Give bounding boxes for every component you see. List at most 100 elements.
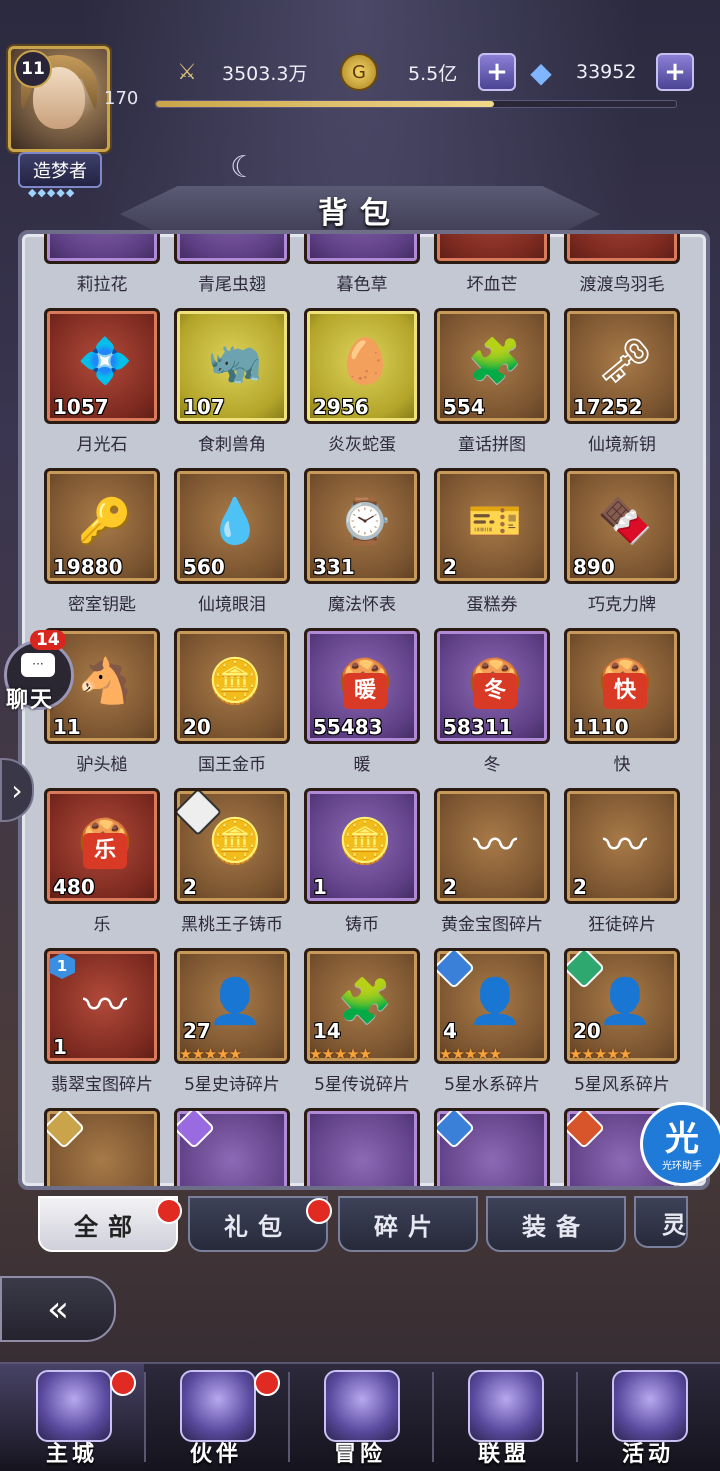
item-tile[interactable]: 🍪快1110 [564, 628, 680, 744]
item-quantity: 14 [313, 1019, 341, 1043]
item-tile[interactable]: 👤 ★★★★★ 4 [434, 948, 550, 1064]
bottom-nav: 主城 伙伴 冒险 联盟 活动 [0, 1362, 720, 1471]
item-icon: 👤 [597, 976, 653, 1027]
item-quantity: 20 [183, 715, 211, 739]
item-quantity: 2 [443, 875, 457, 899]
item-tile[interactable]: 🧩 ★★★★★ 14 [304, 948, 420, 1064]
nav-cards[interactable]: 活动 [576, 1364, 720, 1471]
item-icon: 🧩 [467, 336, 523, 387]
item-quantity: 55483 [313, 715, 383, 739]
power-display: ⚔ 3503.3万 [170, 52, 307, 92]
item-tile[interactable]: 〰 2 [564, 788, 680, 904]
notification-dot [156, 1198, 182, 1224]
nav-divider [576, 1372, 578, 1462]
item-icon: 🦋 [201, 234, 269, 237]
item-tile[interactable]: 🍪乐480 [44, 788, 160, 904]
item-tile[interactable]: 🗝 17252 [564, 308, 680, 424]
back-button[interactable]: « [0, 1276, 116, 1342]
helper-button[interactable]: 光 光环助手 [640, 1102, 720, 1186]
item-quantity: 2 [443, 555, 457, 579]
nav-compass[interactable]: 冒险 [288, 1364, 432, 1471]
item-tile[interactable]: 〰 2 [434, 788, 550, 904]
item-tile[interactable]: 🪶 [564, 234, 680, 264]
item-icon: 〰 [83, 980, 127, 1031]
item-name: 仙境眼泪 [198, 595, 266, 615]
power-value: 3503.3万 [222, 62, 308, 85]
item-icon: 🐴 [77, 656, 133, 707]
add-diamond-button[interactable]: + [656, 53, 694, 91]
tab-equipment[interactable]: 装备 [486, 1196, 626, 1252]
item-tile[interactable]: 💧 560 [174, 468, 290, 584]
inventory-grid: 🌸 莉拉花 🦋 青尾虫翅 🌿 暮色草 🍂 坏血芒 🪶 渡渡鸟羽毛 💠 1057 月光石 🦏 107 食刺兽角 🥚… [22, 234, 706, 1186]
tab-more[interactable]: 灵 [634, 1196, 688, 1248]
top-bar: 11 170 ⚔ 3503.3万 G 5.5亿 + ◆ 33952 + [0, 0, 720, 160]
item-tile[interactable]: 🍂 [434, 234, 550, 264]
nav-shield[interactable]: 联盟 [432, 1364, 576, 1471]
item-tile[interactable]: 🪙 20 [174, 628, 290, 744]
item-icon: 🔑 [77, 496, 133, 547]
star-rating: ★★★★★ [309, 1045, 372, 1063]
item-tile[interactable]: 🦏 107 [174, 308, 290, 424]
item-tile[interactable]: 🧩 554 [434, 308, 550, 424]
item-quantity: 1057 [53, 395, 109, 419]
item-tile[interactable]: 🦋 [174, 234, 290, 264]
item-name: 蛋糕券 [466, 595, 518, 615]
item-tile[interactable] [44, 1108, 160, 1186]
item-tile[interactable]: 🌿 [304, 234, 420, 264]
item-tile[interactable]: 💠 1057 [44, 308, 160, 424]
item-name: 巧克力牌 [588, 595, 656, 615]
item-tile[interactable]: 👤 ★★★★★ 20 [564, 948, 680, 1064]
diamond-display: ◆ 33952 + [524, 52, 694, 92]
item-quantity: 19880 [53, 555, 123, 579]
item-tile[interactable]: 〰 1 1 [44, 948, 160, 1064]
item-icon [461, 1125, 529, 1186]
item-quantity: 1 [313, 875, 327, 899]
nav-hat[interactable]: 伙伴 [144, 1364, 288, 1471]
item-icon [201, 1125, 269, 1186]
item-quantity: 480 [53, 875, 95, 899]
item-quantity: 554 [443, 395, 485, 419]
item-icon: 〰 [473, 820, 517, 871]
item-quantity: 58311 [443, 715, 513, 739]
item-tile[interactable]: 🎫 2 [434, 468, 550, 584]
star-rating: ★★★★★ [569, 1045, 632, 1063]
tab-label: 全部 [74, 1212, 142, 1241]
tab-fragment[interactable]: 碎片 [338, 1196, 478, 1252]
nav-castle[interactable]: 主城 [0, 1364, 144, 1471]
item-tile[interactable]: 🍪暖55483 [304, 628, 420, 744]
shield-icon [468, 1370, 544, 1442]
item-icon [331, 1125, 399, 1186]
item-name: 青尾虫翅 [198, 275, 266, 295]
item-quantity: 2 [183, 875, 197, 899]
item-tile[interactable]: 🌸 [44, 234, 160, 264]
item-tile[interactable]: 🔑 19880 [44, 468, 160, 584]
item-tile[interactable]: 🪙 1 [304, 788, 420, 904]
add-gold-button[interactable]: + [478, 53, 516, 91]
item-name: 食刺兽角 [198, 435, 266, 455]
item-quantity: 560 [183, 555, 225, 579]
inventory-panel[interactable]: 🌸 莉拉花 🦋 青尾虫翅 🌿 暮色草 🍂 坏血芒 🪶 渡渡鸟羽毛 💠 1057 月光石 🦏 107 食刺兽角 🥚… [18, 230, 710, 1190]
item-tile[interactable] [174, 1108, 290, 1186]
gold-coin-icon: G [340, 53, 378, 91]
chat-label[interactable]: 聊天 [6, 682, 54, 714]
item-tile[interactable]: ⌚ 331 [304, 468, 420, 584]
item-tile[interactable] [434, 1108, 550, 1186]
tab-label: 礼包 [224, 1212, 292, 1241]
tab-label: 碎片 [374, 1212, 442, 1241]
item-tile[interactable]: 🍪冬58311 [434, 628, 550, 744]
item-tile[interactable]: 🍫 890 [564, 468, 680, 584]
item-name: 仙境新钥 [588, 435, 656, 455]
item-icon: 👤 [207, 976, 263, 1027]
item-tile[interactable]: 🥚 2956 [304, 308, 420, 424]
castle-icon [36, 1370, 112, 1442]
item-icon: 🪶 [591, 234, 659, 237]
item-tile[interactable]: 👤 ★★★★★ 27 [174, 948, 290, 1064]
nav-label: 冒险 [333, 1442, 386, 1467]
item-tile[interactable] [304, 1108, 420, 1186]
rank-title: 造梦者 [18, 152, 102, 188]
item-icon: ⌚ [337, 496, 393, 547]
item-quantity: 331 [313, 555, 355, 579]
item-tile[interactable]: 🪙 2 [174, 788, 290, 904]
item-name: 黑桃王子铸币 [181, 915, 283, 935]
chat-bubble-icon: ··· [21, 653, 55, 677]
